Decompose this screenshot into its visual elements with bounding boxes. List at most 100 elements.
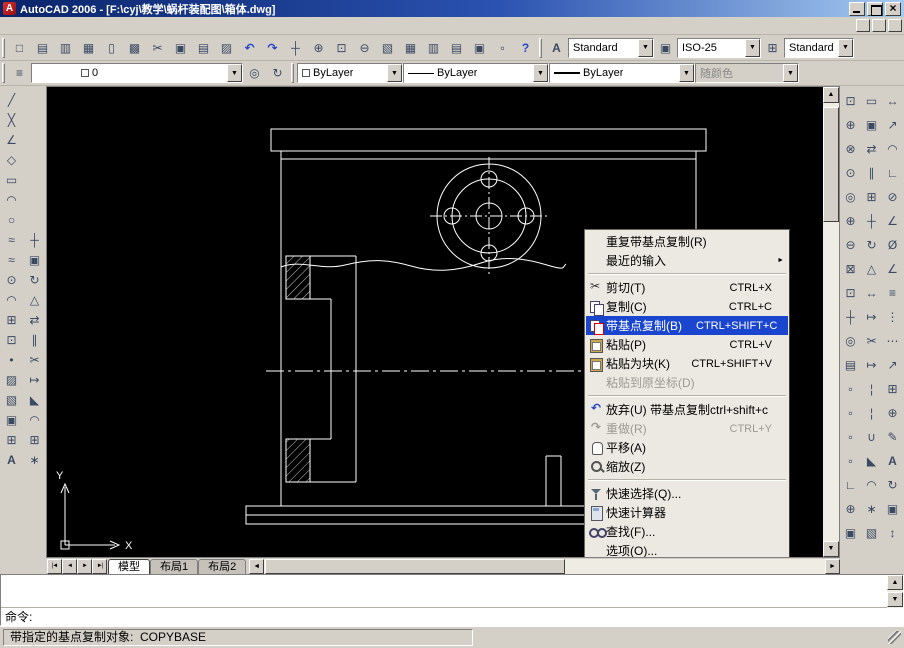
- toolbar-button[interactable]: [841, 233, 861, 257]
- chevron-down-icon[interactable]: [533, 64, 548, 82]
- toolbar-button[interactable]: [841, 425, 861, 449]
- menu-item[interactable]: [84, 17, 98, 34]
- toolbar-button[interactable]: [883, 377, 903, 401]
- doc-minimize-icon[interactable]: [856, 19, 870, 32]
- context-menu-item[interactable]: [588, 395, 786, 397]
- context-menu-item[interactable]: 最近的输入: [586, 251, 788, 270]
- toolbar-button[interactable]: [862, 185, 882, 209]
- toolbar-button[interactable]: [883, 161, 903, 185]
- toolbar-button[interactable]: [1, 270, 23, 290]
- menu-item[interactable]: [126, 17, 140, 34]
- toolbar-button[interactable]: [862, 449, 882, 473]
- toolbar-button[interactable]: [841, 89, 861, 113]
- drawing-canvas[interactable]: Y X 重复带基点复制(R): [46, 86, 840, 558]
- toolbar-button[interactable]: [169, 37, 192, 59]
- tab-first-icon[interactable]: [47, 559, 62, 574]
- toolbar-button[interactable]: [862, 353, 882, 377]
- toolbar-button[interactable]: [1, 330, 23, 350]
- toolbar-button[interactable]: [883, 113, 903, 137]
- toolbar-button[interactable]: [215, 37, 238, 59]
- close-icon[interactable]: [885, 2, 901, 16]
- app-icon[interactable]: A: [3, 2, 16, 15]
- menu-item[interactable]: [140, 17, 154, 34]
- toolbar-button[interactable]: [862, 401, 882, 425]
- toolbar-button[interactable]: [330, 37, 353, 59]
- minimize-icon[interactable]: [849, 2, 865, 16]
- chevron-down-icon[interactable]: [745, 39, 760, 57]
- toolbar-button[interactable]: [883, 449, 903, 473]
- toolbar-button[interactable]: [1, 410, 23, 430]
- toolbar-button[interactable]: [841, 353, 861, 377]
- doc-close-icon[interactable]: [888, 19, 902, 32]
- toolbar-button[interactable]: [883, 137, 903, 161]
- toolbar-button[interactable]: [24, 450, 46, 470]
- layout-tab[interactable]: 布局1: [150, 559, 198, 574]
- context-menu-item[interactable]: 快速计算器: [586, 503, 788, 522]
- toolbar-grip[interactable]: [539, 38, 542, 58]
- resize-grip-icon[interactable]: [888, 631, 901, 644]
- scroll-right-icon[interactable]: [825, 559, 840, 574]
- toolbar-button[interactable]: [100, 37, 123, 59]
- tab-last-icon[interactable]: [92, 559, 107, 574]
- toolbar-button[interactable]: [1, 90, 23, 110]
- toolbar-button[interactable]: [841, 257, 861, 281]
- toolbar-button[interactable]: [862, 89, 882, 113]
- toolbar-button[interactable]: [8, 62, 31, 84]
- toolbar-button[interactable]: [1, 190, 23, 210]
- menu-item[interactable]: [14, 17, 28, 34]
- toolbar-button[interactable]: [883, 497, 903, 521]
- toolbar-button[interactable]: [862, 305, 882, 329]
- canvas-vertical-scrollbar[interactable]: [823, 87, 839, 557]
- toolbar-button[interactable]: [841, 521, 861, 545]
- context-menu-item[interactable]: 缩放(Z): [586, 457, 788, 476]
- toolbar-button[interactable]: [883, 353, 903, 377]
- menu-item[interactable]: [154, 17, 168, 34]
- toolbar-button[interactable]: [146, 37, 169, 59]
- toolbar-button[interactable]: [1, 170, 23, 190]
- toolbar-button[interactable]: [1, 430, 23, 450]
- context-menu-item[interactable]: 重做(R) CTRL+Y: [586, 419, 788, 438]
- scroll-down-icon[interactable]: [823, 541, 839, 557]
- toolbar-button[interactable]: [422, 37, 445, 59]
- tab-next-icon[interactable]: [77, 559, 92, 574]
- toolbar-button[interactable]: [24, 290, 46, 310]
- command-input[interactable]: 命令:: [1, 608, 903, 625]
- toolbar-button[interactable]: [841, 497, 861, 521]
- context-menu-item[interactable]: 重复带基点复制(R): [586, 232, 788, 251]
- scrollbar-thumb[interactable]: [823, 107, 839, 222]
- toolbar-button[interactable]: [376, 37, 399, 59]
- toolbar-button[interactable]: [1, 290, 23, 310]
- dim-style-button[interactable]: [654, 37, 677, 59]
- toolbar-button[interactable]: [24, 410, 46, 430]
- toolbar-button[interactable]: [862, 281, 882, 305]
- tab-prev-icon[interactable]: [62, 559, 77, 574]
- toolbar-button[interactable]: [862, 473, 882, 497]
- toolbar-button[interactable]: [24, 250, 46, 270]
- toolbar-button[interactable]: [261, 37, 284, 59]
- toolbar-button[interactable]: [862, 425, 882, 449]
- chevron-down-icon[interactable]: [838, 39, 853, 57]
- menu-item[interactable]: [0, 17, 14, 34]
- chevron-down-icon[interactable]: [387, 64, 402, 82]
- chevron-down-icon[interactable]: [638, 39, 653, 57]
- toolbar-button[interactable]: [8, 37, 31, 59]
- toolbar-button[interactable]: [841, 209, 861, 233]
- context-menu-item[interactable]: 带基点复制(B) CTRL+SHIFT+C: [586, 316, 788, 335]
- chevron-down-icon[interactable]: [227, 64, 242, 82]
- toolbar-button[interactable]: [841, 329, 861, 353]
- toolbar-button[interactable]: [284, 37, 307, 59]
- layout-tab[interactable]: 布局2: [198, 559, 246, 574]
- toolbar-button[interactable]: [445, 37, 468, 59]
- toolbar-button[interactable]: [841, 401, 861, 425]
- table-style-combo[interactable]: Standard: [784, 38, 854, 58]
- menu-item[interactable]: [28, 17, 42, 34]
- toolbar-button[interactable]: [243, 62, 266, 84]
- toolbar-button[interactable]: [31, 37, 54, 59]
- toolbar-button[interactable]: [24, 370, 46, 390]
- toolbar-grip[interactable]: [2, 38, 5, 58]
- toolbar-button[interactable]: [862, 497, 882, 521]
- toolbar-button[interactable]: [1, 310, 23, 330]
- toolbar-button[interactable]: [54, 37, 77, 59]
- toolbar-button[interactable]: [24, 390, 46, 410]
- toolbar-button[interactable]: [514, 37, 537, 59]
